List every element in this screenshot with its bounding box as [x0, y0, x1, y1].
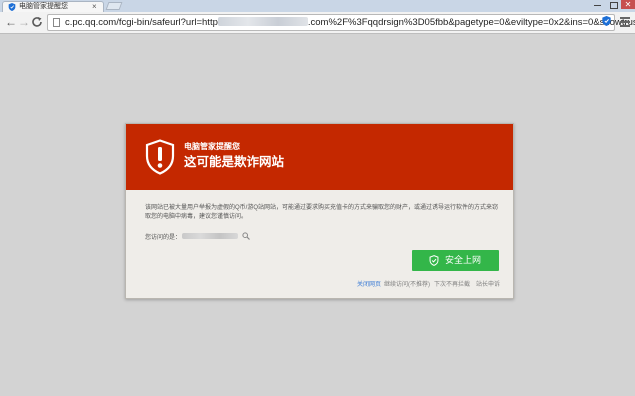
url-text[interactable]: c.pc.qq.com/fcgi-bin/safeurl?url=http .co…: [65, 16, 635, 30]
warning-card: 电脑管家提醒您 这可能是欺诈网站 该网站已被大量用户举报为虚假的Q币/游Q站网站…: [125, 123, 514, 299]
warning-headline: 这可能是欺诈网站: [184, 155, 285, 169]
reload-icon[interactable]: [31, 16, 43, 28]
url-suffix: .com%2F%3Fqqdrsign%3D05fbb&pagetype=0&ev…: [307, 17, 635, 28]
window-close-button[interactable]: ✕: [621, 0, 635, 9]
browser-tab[interactable]: 电脑管家提醒您 ×: [2, 1, 104, 12]
browser-toolbar: ← → c.pc.qq.com/fcgi-bin/safeurl?url=htt…: [0, 12, 635, 34]
warning-shield-icon: [145, 139, 175, 175]
back-button[interactable]: ←: [4, 15, 18, 29]
visited-url-label: 您访问的是：: [145, 235, 182, 241]
url-redacted: [217, 17, 308, 26]
page-icon: [53, 18, 60, 27]
visited-url-redacted: [182, 233, 239, 239]
minimize-button[interactable]: [590, 0, 605, 9]
qq-guard-extension-icon[interactable]: [602, 16, 611, 26]
close-page-link[interactable]: 关闭网页: [357, 281, 381, 289]
tab-title: 电脑管家提醒您: [19, 3, 68, 10]
url-prefix: c.pc.qq.com/fcgi-bin/safeurl?url=http: [65, 17, 218, 28]
maximize-button[interactable]: [606, 0, 620, 9]
warning-description: 该网站已被大量用户举报为虚假的Q币/游Q站网站，可能通过要求购买充值卡的方式来骗…: [145, 205, 499, 220]
shield-check-icon: [429, 255, 439, 266]
warning-header: 电脑管家提醒您 这可能是欺诈网站: [126, 124, 513, 190]
new-tab-button[interactable]: [105, 2, 123, 10]
menu-icon[interactable]: [620, 17, 630, 27]
forward-button[interactable]: →: [17, 15, 31, 29]
safe-button-label: 安全上网: [445, 255, 482, 265]
continue-visit-link[interactable]: 继续访问(不推荐): [384, 281, 430, 289]
brand-label: 电脑管家提醒您: [184, 142, 240, 151]
safe-browsing-button[interactable]: 安全上网: [412, 250, 499, 271]
title-bar: 电脑管家提醒您 × ✕: [0, 0, 635, 12]
address-bar[interactable]: c.pc.qq.com/fcgi-bin/safeurl?url=http .co…: [47, 14, 635, 31]
shield-icon: [8, 3, 16, 11]
visited-url-row: 您访问的是：: [145, 232, 250, 243]
no-remind-link[interactable]: 下次不再拦截: [434, 281, 470, 289]
tab-close-icon[interactable]: ×: [92, 2, 97, 12]
search-icon[interactable]: [242, 232, 250, 240]
appeal-link[interactable]: 站长申诉: [476, 281, 500, 289]
